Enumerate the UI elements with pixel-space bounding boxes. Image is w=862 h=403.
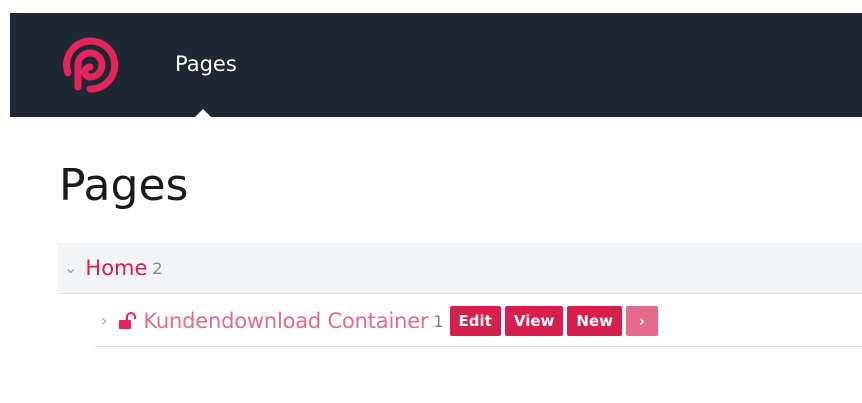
unlock-icon bbox=[119, 312, 137, 329]
chevron-down-icon[interactable]: ⌄ bbox=[64, 260, 77, 276]
home-child-count: 2 bbox=[152, 258, 163, 278]
more-actions-button[interactable]: › bbox=[625, 306, 658, 336]
nav-pages-link[interactable]: Pages bbox=[175, 50, 237, 78]
child-count: 1 bbox=[433, 311, 444, 331]
home-page-link[interactable]: Home bbox=[85, 256, 147, 280]
pimcore-logo-icon[interactable] bbox=[58, 33, 122, 97]
active-nav-indicator bbox=[195, 109, 211, 117]
new-button[interactable]: New bbox=[567, 306, 622, 336]
top-navbar: Pages bbox=[10, 13, 862, 117]
view-button[interactable]: View bbox=[504, 306, 564, 336]
edit-button[interactable]: Edit bbox=[449, 306, 501, 336]
chevron-right-icon[interactable]: › bbox=[101, 313, 107, 329]
kundendownload-container-link[interactable]: Kundendownload Container bbox=[143, 309, 428, 333]
tree-row-kundendownload-container: › Kundendownload Container 1 Edit View N… bbox=[95, 296, 862, 347]
tree-row-home: ⌄ Home 2 bbox=[58, 243, 862, 294]
page-title: Pages bbox=[59, 160, 189, 211]
